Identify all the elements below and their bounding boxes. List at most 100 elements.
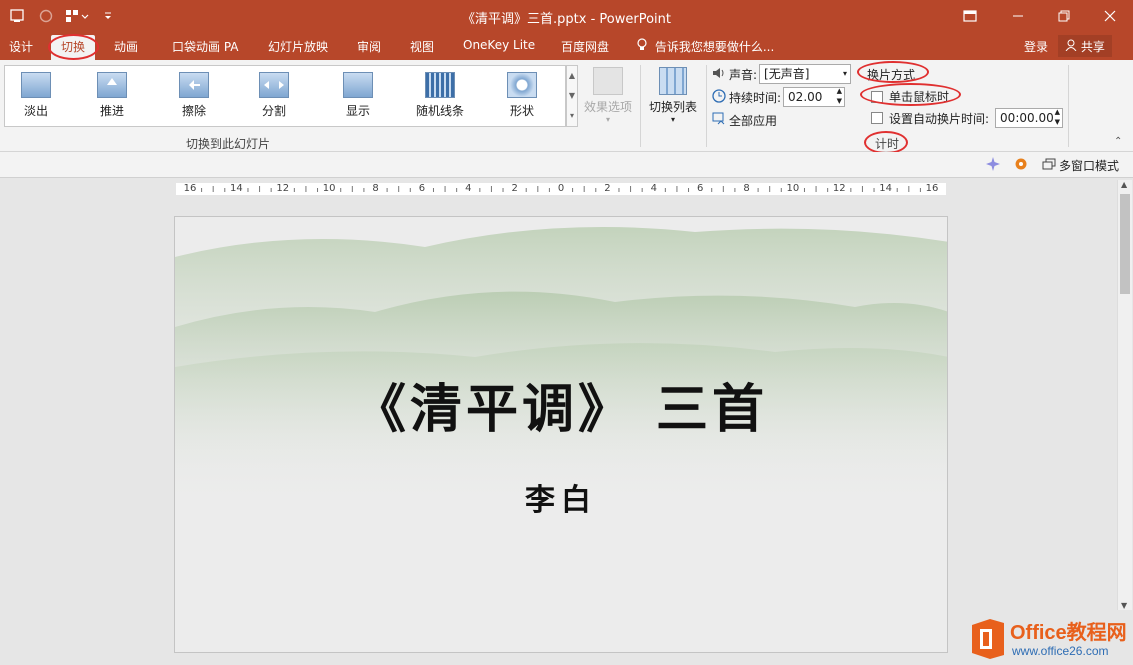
reveal-icon (343, 72, 373, 98)
transition-list-icon (659, 67, 687, 95)
duration-label: 持续时间: (729, 90, 782, 105)
share-button[interactable]: 共享 (1058, 35, 1112, 57)
tab-transitions[interactable]: 切换 (51, 35, 96, 60)
ribbon-tabs: 设计 切换 动画 口袋动画 PA 幻灯片放映 审阅 视图 OneKey Lite… (0, 32, 1133, 60)
tab-slide-show[interactable]: 幻灯片放映 (268, 38, 328, 55)
slide-title[interactable]: 《清平调》 三首 (175, 367, 947, 442)
transition-reveal-label: 显示 (345, 104, 370, 118)
ruler-label: 8 (372, 183, 379, 194)
transition-random-bars-label: 随机线条 (415, 104, 464, 118)
duration-spinner-icon[interactable]: ▲ ▼ (837, 86, 842, 106)
transition-fade[interactable]: 淡出 (5, 70, 67, 124)
sound-label: 声音: (729, 67, 758, 82)
transition-shape[interactable]: 形状 (491, 70, 553, 124)
effect-options-button[interactable]: 效果选项 ▾ (580, 65, 636, 124)
sound-dropdown[interactable]: [无声音] ▾ (759, 64, 852, 84)
duration-row: 持续时间: 02.00 ▲ ▼ (712, 86, 846, 107)
transition-reveal[interactable]: 显示 (327, 70, 389, 124)
vertical-scrollbar[interactable]: ▲ ▼ (1117, 180, 1132, 610)
effect-options-icon (593, 67, 623, 95)
login-link[interactable]: 登录 (1024, 38, 1048, 55)
title-bar: 《清平调》三首.pptx - PowerPoint (0, 0, 1133, 32)
on-mouse-click-checkbox[interactable]: 单击鼠标时 (871, 88, 949, 105)
after-time-field[interactable]: 00:00.00 ▲ ▼ (995, 107, 1064, 128)
after-time-box[interactable] (871, 112, 883, 124)
advance-slide-label: 换片方式 (867, 68, 916, 82)
office-logo: Office教程网 www.office26.com (972, 619, 1127, 659)
sound-chevron-icon: ▾ (843, 69, 848, 78)
minimize-button[interactable] (996, 0, 1040, 32)
restore-button[interactable] (1042, 0, 1086, 32)
ruler-label: 2 (604, 183, 611, 194)
shape-icon (507, 72, 537, 98)
gallery-down-icon[interactable]: ▼ (567, 86, 577, 106)
wipe-icon (179, 72, 209, 98)
ruler-label: 4 (465, 183, 472, 194)
transitions-group-label: 切换到此幻灯片 (186, 137, 271, 151)
scroll-down-icon[interactable]: ▼ (1121, 601, 1127, 610)
on-mouse-click-box[interactable] (871, 90, 883, 103)
tab-onekey-lite[interactable]: OneKey Lite (463, 38, 535, 52)
tab-animations[interactable]: 动画 (114, 38, 138, 55)
ruler-label: 16 (183, 183, 197, 194)
ruler-label: 12 (276, 183, 290, 194)
after-time-checkbox[interactable]: 设置自动换片时间: 00:00.00 ▲ ▼ (871, 107, 1064, 128)
transition-push-label: 推进 (99, 104, 124, 118)
tell-me-text: 告诉我您想要做什么... (654, 40, 775, 54)
multi-window-button[interactable]: 多窗口模式 (1042, 157, 1119, 174)
horizontal-ruler: 16 14 12 10 8 6 4 2 0 2 4 6 8 10 12 14 16 (176, 183, 946, 195)
transition-wipe[interactable]: 擦除 (163, 70, 225, 124)
settings-icon[interactable] (1013, 156, 1029, 175)
transition-split[interactable]: 分割 (243, 70, 305, 124)
sound-row: 声音: [无声音] ▾ (712, 64, 852, 84)
effect-options-chevron-icon: ▾ (605, 115, 610, 124)
tab-design[interactable]: 设计 (9, 38, 33, 55)
after-time-spinner-icon[interactable]: ▲ ▼ (1055, 107, 1060, 127)
magic-icon[interactable] (985, 156, 1001, 175)
ruler-label: 14 (879, 183, 892, 194)
transition-split-label: 分割 (261, 104, 286, 118)
transition-random-bars[interactable]: 随机线条 (409, 70, 471, 124)
effect-options-label: 效果选项 (583, 100, 632, 114)
transition-list-label: 切换列表 (648, 100, 697, 114)
collapse-ribbon-icon[interactable]: ⌃ (1114, 136, 1122, 147)
tab-review[interactable]: 审阅 (357, 38, 381, 55)
tab-pocket-animation[interactable]: 口袋动画 PA (172, 38, 239, 55)
tab-baidu-netdisk[interactable]: 百度网盘 (561, 38, 609, 55)
share-label: 共享 (1080, 40, 1105, 54)
gallery-scroll[interactable]: ▲ ▼ ▾ (566, 65, 578, 127)
close-button[interactable] (1088, 0, 1132, 32)
ruler-label: 14 (230, 183, 243, 194)
split-icon (259, 72, 289, 98)
scroll-thumb[interactable] (1120, 194, 1130, 294)
tell-me-search[interactable]: 告诉我您想要做什么... (637, 38, 774, 55)
ruler-label: 10 (786, 183, 800, 194)
tab-view[interactable]: 视图 (410, 38, 434, 55)
ruler-label: 16 (925, 183, 939, 194)
ruler-label: 10 (322, 183, 336, 194)
on-mouse-click-label: 单击鼠标时 (889, 90, 950, 104)
transition-push[interactable]: 推进 (81, 70, 143, 124)
scroll-up-icon[interactable]: ▲ (1121, 180, 1127, 189)
transition-gallery: 淡出 推进 擦除 分割 显示 随机线条 形状 (4, 65, 566, 127)
clock-icon (712, 88, 726, 106)
apply-all-button[interactable]: 全部应用 (712, 112, 777, 129)
duration-field[interactable]: 02.00 ▲ ▼ (783, 86, 846, 107)
transition-wipe-label: 擦除 (181, 104, 206, 118)
separator (1068, 65, 1069, 147)
ruler-label: 6 (696, 183, 704, 194)
slide-canvas[interactable]: 《清平调》 三首 李白 (174, 216, 948, 653)
slide-author[interactable]: 李白 (175, 475, 947, 519)
sub-toolbar: 多窗口模式 (0, 152, 1133, 178)
separator (706, 65, 707, 147)
ruler-label: 8 (743, 183, 750, 194)
transition-list-button[interactable]: 切换列表 ▾ (645, 65, 701, 124)
gallery-up-icon[interactable]: ▲ (567, 66, 577, 86)
speaker-icon (712, 67, 726, 82)
ribbon-display-options-icon[interactable] (948, 0, 992, 32)
duration-value: 02.00 (788, 90, 823, 104)
svg-text:www.office26.com: www.office26.com (1011, 644, 1109, 658)
after-time-label: 设置自动换片时间: (889, 111, 990, 126)
lightbulb-icon (637, 38, 651, 54)
gallery-more-icon[interactable]: ▾ (567, 106, 577, 126)
